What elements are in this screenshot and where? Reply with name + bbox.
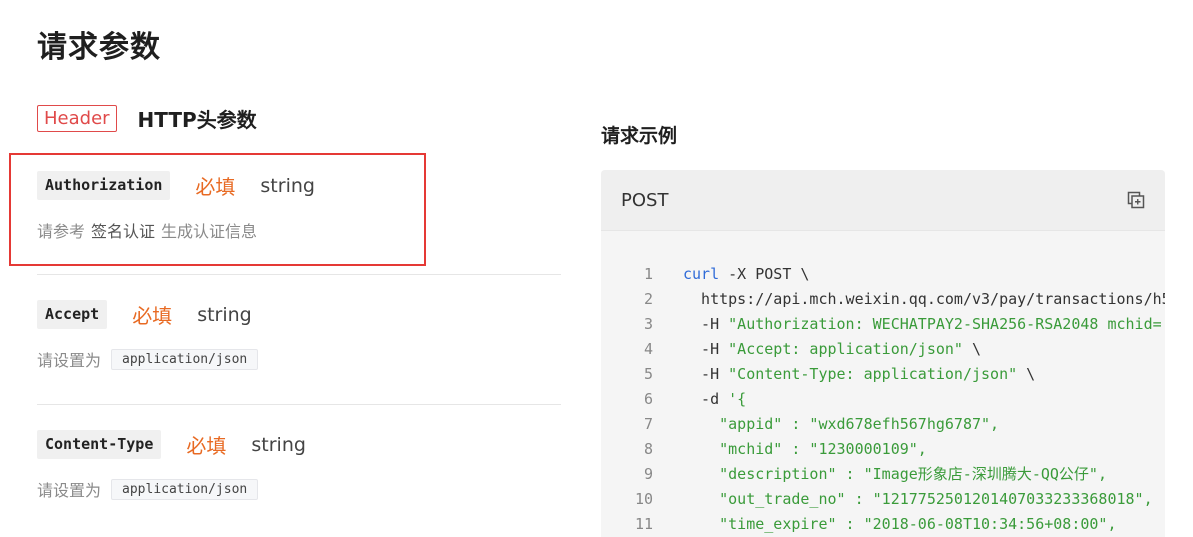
- code-block: 1 curl -X POST \ 2 https://api.mch.weixin.…: [601, 262, 1165, 537]
- code-panel-header: POST: [601, 170, 1165, 231]
- desc-prefix: 请设置为: [37, 351, 102, 370]
- desc-prefix: 请设置为: [37, 481, 102, 500]
- code-line: 10 "out_trade_no" : "1217752501201407033…: [601, 487, 1165, 512]
- param-row: Content-Type 必填 string: [37, 430, 561, 459]
- header-tag: Header: [37, 105, 117, 132]
- code-token: -d: [683, 390, 729, 408]
- param-type: string: [251, 433, 306, 456]
- code-line: 7 "appid" : "wxd678efh567hg6787",: [601, 412, 1165, 437]
- code-text: "out_trade_no" : "1217752501201407033233…: [683, 487, 1153, 512]
- code-line: 9 "description" : "Image形象店-深圳腾大-QQ公仔",: [601, 462, 1165, 487]
- example-title: 请求示例: [601, 125, 678, 147]
- line-number: 10: [634, 490, 653, 508]
- param-type: string: [197, 303, 252, 326]
- code-line: 5 -H "Content-Type: application/json" \: [601, 362, 1165, 387]
- divider: [37, 274, 561, 275]
- header-section-title: HTTP头参数: [137, 108, 257, 132]
- code-text: -H "Authorization: WECHATPAY2-SHA256-RSA…: [683, 312, 1165, 337]
- page: 请求参数 Header HTTP头参数 Authorization 必填 str…: [0, 0, 1193, 537]
- code-token: curl: [683, 265, 720, 283]
- line-number: 3: [643, 315, 653, 333]
- code-token: '{: [728, 390, 747, 408]
- line-number: 5: [643, 365, 653, 383]
- code-panel: POST 1 curl -X POST \ 2 https://api.mch.we…: [601, 170, 1165, 537]
- code-line: 3 -H "Authorization: WECHATPAY2-SHA256-R…: [601, 312, 1165, 337]
- code-text: curl -X POST \: [683, 262, 809, 287]
- code-token: https://api.mch.weixin.qq.com/v3/pay/tra…: [683, 290, 1165, 308]
- code-line: 11 "time_expire" : "2018-06-08T10:34:56+…: [601, 512, 1165, 537]
- divider: [37, 404, 561, 405]
- line-number: 1: [643, 265, 653, 283]
- param-name: Accept: [37, 300, 108, 329]
- code-line: 1 curl -X POST \: [601, 262, 1165, 287]
- page-title: 请求参数: [37, 30, 161, 65]
- code-token: -H: [683, 315, 729, 333]
- param-row: Accept 必填 string: [37, 300, 561, 329]
- required-label: 必填: [186, 434, 227, 458]
- copy-icon[interactable]: [1127, 191, 1145, 209]
- method-label: POST: [621, 189, 669, 211]
- code-token: "Content-Type: application/json": [728, 365, 1018, 383]
- code-text: "time_expire" : "2018-06-08T10:34:56+08:…: [683, 512, 1116, 537]
- code-token: "appid" : "wxd678efh567hg6787",: [683, 415, 1000, 433]
- code-token: "time_expire" : "2018-06-08T10:34:56+08:…: [683, 515, 1117, 533]
- line-number: 9: [643, 465, 653, 483]
- code-text: "description" : "Image形象店-深圳腾大-QQ公仔",: [683, 462, 1107, 487]
- line-number: 6: [643, 390, 653, 408]
- code-token: "Authorization: WECHATPAY2-SHA256-RSA204…: [728, 315, 1165, 333]
- line-number: 8: [643, 440, 653, 458]
- code-token: -X POST \: [719, 265, 810, 283]
- line-number: 2: [643, 290, 653, 308]
- code-token: \: [1017, 365, 1036, 383]
- code-chip: application/json: [111, 478, 259, 500]
- code-line: 4 -H "Accept: application/json" \: [601, 337, 1165, 362]
- code-line: 8 "mchid" : "1230000109",: [601, 437, 1165, 462]
- line-number: 4: [643, 340, 653, 358]
- code-chip: application/json: [111, 348, 259, 370]
- code-line: 2 https://api.mch.weixin.qq.com/v3/pay/t…: [601, 287, 1165, 312]
- param-accept: Accept 必填 string 请设置为 application/json: [37, 300, 561, 371]
- code-text: "mchid" : "1230000109",: [683, 437, 927, 462]
- code-token: "description" : "Image形象店-深圳腾大-QQ公仔",: [683, 465, 1107, 483]
- code-token: "Accept: application/json": [728, 340, 963, 358]
- code-token: -H: [683, 340, 729, 358]
- param-name: Content-Type: [37, 430, 162, 459]
- param-content-type: Content-Type 必填 string 请设置为 application/…: [37, 430, 561, 501]
- code-line: 6 -d '{: [601, 387, 1165, 412]
- line-number: 7: [643, 415, 653, 433]
- code-token: -H: [683, 365, 729, 383]
- code-text: -H "Content-Type: application/json" \: [683, 362, 1035, 387]
- param-description: 请设置为 application/json: [37, 477, 561, 501]
- param-description: 请设置为 application/json: [37, 347, 561, 371]
- code-text: -d '{: [683, 387, 746, 412]
- code-token: \: [962, 340, 982, 358]
- code-text: -H "Accept: application/json" \: [683, 337, 981, 362]
- required-label: 必填: [132, 304, 173, 328]
- highlight-box: [9, 153, 426, 266]
- code-text: "appid" : "wxd678efh567hg6787",: [683, 412, 999, 437]
- code-token: "mchid" : "1230000109",: [683, 440, 927, 458]
- code-token: "out_trade_no" : "1217752501201407033233…: [683, 490, 1153, 508]
- code-text: https://api.mch.weixin.qq.com/v3/pay/tra…: [683, 287, 1165, 312]
- header-section: Header HTTP头参数: [37, 104, 257, 133]
- line-number: 11: [634, 515, 653, 533]
